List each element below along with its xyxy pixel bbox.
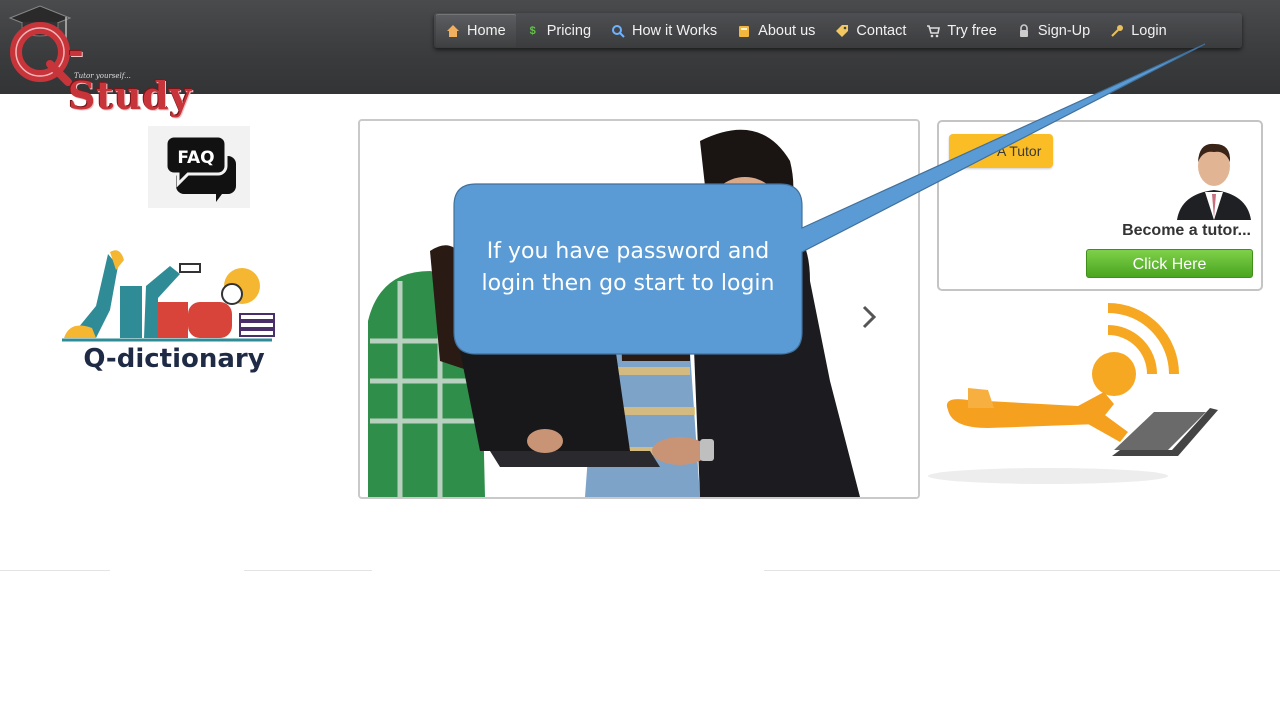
nav-about-us-label: About us bbox=[758, 22, 816, 39]
search-icon bbox=[611, 24, 625, 38]
nav-pricing-label: Pricing bbox=[546, 22, 592, 39]
svg-text:FAQ: FAQ bbox=[177, 148, 214, 168]
callout-line-1: If you have password and bbox=[486, 239, 770, 264]
nav-contact-label: Contact bbox=[856, 22, 907, 39]
logo-tagline: Tutor yourself... bbox=[74, 72, 131, 80]
nav-sign-up[interactable]: Sign-Up bbox=[1007, 14, 1100, 47]
main-nav: Home $ Pricing How it Works About us Con… bbox=[434, 13, 1242, 48]
key-icon bbox=[1110, 24, 1124, 38]
person-with-laptop-wifi-icon bbox=[928, 303, 1218, 484]
cart-icon bbox=[926, 24, 941, 38]
tag-icon bbox=[835, 24, 849, 38]
q-dictionary-link[interactable]: Q-dictionary bbox=[60, 246, 280, 386]
become-tutor-heading: Become a tutor... bbox=[1122, 222, 1251, 239]
nav-contact[interactable]: Contact bbox=[825, 14, 916, 47]
faq-icon: FAQ bbox=[164, 134, 236, 202]
nav-login-label: Login bbox=[1131, 22, 1167, 39]
page: -Study Tutor yourself... Home $ Pricing … bbox=[0, 0, 1280, 720]
online-learning-illustration bbox=[928, 300, 1234, 486]
nav-home-label: Home bbox=[467, 22, 506, 39]
qstudy-logo[interactable]: -Study Tutor yourself... bbox=[4, 2, 204, 118]
reading-person-icon bbox=[62, 250, 275, 342]
nav-home[interactable]: Home bbox=[436, 14, 516, 47]
nav-how-it-works-label: How it Works bbox=[632, 22, 718, 39]
nav-try-free[interactable]: Try free bbox=[916, 14, 1006, 47]
q-dictionary-label: Q-dictionary bbox=[83, 344, 265, 374]
nav-how-it-works[interactable]: How it Works bbox=[601, 14, 727, 47]
nav-login[interactable]: Login bbox=[1100, 14, 1176, 47]
footer-gap-2 bbox=[372, 566, 764, 574]
nav-about-us[interactable]: About us bbox=[727, 14, 825, 47]
dollar-icon: $ bbox=[529, 24, 536, 37]
footer-gap-1 bbox=[110, 566, 244, 574]
book-icon bbox=[737, 24, 751, 38]
students-with-laptop-photo bbox=[360, 121, 918, 497]
tutor-badge[interactable]: A Tutor bbox=[949, 134, 1053, 168]
callout-line-2: login then go start to login bbox=[481, 271, 775, 296]
nav-try-free-label: Try free bbox=[947, 22, 997, 39]
home-icon bbox=[446, 24, 460, 38]
nav-pricing[interactable]: $ Pricing bbox=[516, 14, 601, 47]
nav-sign-up-label: Sign-Up bbox=[1037, 22, 1091, 39]
become-tutor-panel: A Tutor Become a tutor... Click Here bbox=[937, 120, 1263, 291]
faq-link[interactable]: FAQ bbox=[148, 126, 250, 208]
hero-image-slider[interactable] bbox=[358, 119, 920, 499]
lock-icon bbox=[1017, 23, 1031, 38]
tutor-portrait bbox=[1177, 143, 1251, 220]
click-here-button[interactable]: Click Here bbox=[1086, 249, 1253, 278]
callout-text: If you have password and login then go s… bbox=[454, 236, 802, 300]
header-bar: -Study Tutor yourself... Home $ Pricing … bbox=[0, 0, 1280, 118]
